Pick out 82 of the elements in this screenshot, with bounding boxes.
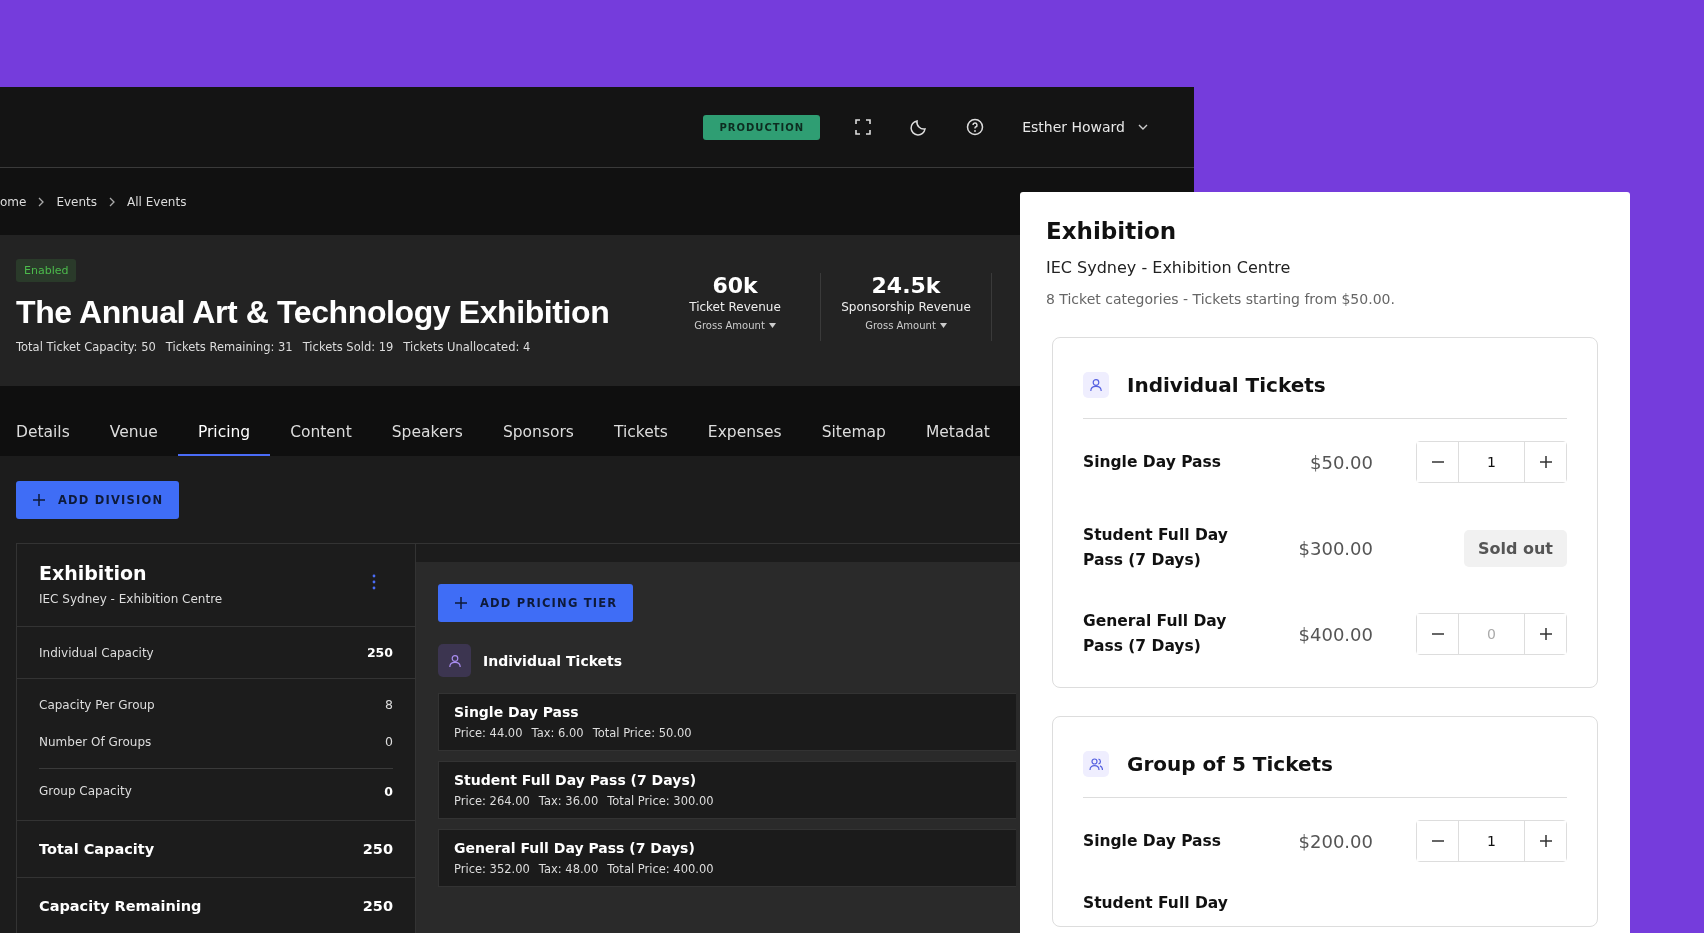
tab[interactable]: Details — [0, 423, 90, 456]
pricing-tier-card[interactable]: Student Full Day Pass (7 Days) Price: 264.00 Tax: 36.00 Total Price: 300.00 — [438, 761, 1016, 819]
capacity-value: 250 — [366, 645, 393, 660]
more-icon[interactable] — [371, 574, 377, 590]
sold-out-badge: Sold out — [1463, 529, 1567, 567]
quantity-field[interactable]: 1 — [1458, 442, 1525, 482]
capacity-value: 0 — [384, 783, 393, 799]
group-title: Group of 5 Tickets — [1127, 752, 1333, 776]
ticket-name: General Full Day Pass (7 Days) — [1083, 611, 1228, 657]
fullscreen-icon[interactable] — [854, 118, 873, 136]
caret-icon — [768, 323, 776, 328]
add-pricing-tier-button[interactable]: ADD PRICING TIER — [438, 584, 634, 622]
capacity-label: Capacity Remaining — [39, 898, 202, 914]
quantity-field[interactable]: 0 — [1458, 614, 1525, 654]
breadcrumb-link[interactable]: All Events — [127, 194, 187, 209]
person-icon — [438, 644, 471, 677]
plus-icon — [454, 596, 468, 610]
plus-icon — [1538, 455, 1553, 469]
preview-title: Exhibition — [1046, 218, 1178, 244]
tab[interactable]: Pricing — [177, 423, 271, 456]
help-icon[interactable] — [966, 118, 985, 136]
capacity-label: Individual Capacity — [39, 645, 154, 660]
division-name: Exhibition — [39, 562, 148, 584]
event-title: The Annual Art & Technology Exhibition — [16, 293, 610, 332]
ticket-name: Single Day Pass — [1083, 830, 1223, 852]
ticket-price: $300.00 — [1297, 537, 1373, 559]
person-icon — [1083, 372, 1109, 398]
status-badge: Enabled — [16, 259, 77, 282]
capacity-value: 250 — [362, 898, 393, 914]
quantity-stepper[interactable]: 0 — [1416, 613, 1567, 655]
capacity-value: 8 — [385, 697, 393, 712]
tab[interactable]: Sponsors — [482, 423, 594, 456]
add-division-button[interactable]: ADD DIVISION — [16, 481, 180, 519]
capacity-value: 0 — [385, 734, 393, 749]
tab[interactable]: Venue — [89, 423, 178, 456]
revenue-label: Sponsorship Revenue — [841, 300, 971, 314]
tab[interactable]: Tickets — [593, 423, 688, 456]
capacity-value: 250 — [362, 841, 393, 857]
pricing-tier-card[interactable]: General Full Day Pass (7 Days) Price: 352.00 Tax: 48.00 Total Price: 400.00 — [438, 829, 1016, 887]
breadcrumb-link[interactable]: ome — [0, 194, 27, 209]
plus-icon — [1538, 834, 1553, 848]
category-title: Individual Tickets — [483, 652, 623, 669]
capacity-label: Group Capacity — [39, 784, 132, 798]
ticket-price: $50.00 — [1309, 451, 1373, 473]
caret-icon — [939, 323, 947, 328]
revenue-value: 60k — [712, 273, 758, 298]
ticket-price: $200.00 — [1297, 830, 1373, 852]
tab[interactable]: Sitemap — [801, 423, 906, 456]
plus-icon — [32, 493, 46, 507]
pricing-tier-card[interactable]: Single Day Pass Price: 44.00 Tax: 6.00 Total Price: 50.00 — [438, 693, 1016, 751]
capacity-label: Number Of Groups — [39, 734, 152, 749]
environment-badge: PRODUCTION — [703, 114, 821, 140]
tab[interactable]: Expenses — [687, 423, 802, 456]
capacity-label: Total Capacity — [39, 841, 155, 857]
tab[interactable]: Metadat — [905, 423, 1010, 456]
revenue-label: Ticket Revenue — [689, 300, 781, 314]
ticket-name: Student Full Day Pass (7 Days) — [1083, 525, 1229, 571]
user-menu[interactable]: Esther Howard — [1022, 119, 1125, 135]
ticket-name: Student Full Day — [1083, 893, 1229, 914]
breadcrumb-link[interactable]: Events — [56, 194, 98, 209]
amount-dropdown[interactable]: Gross Amount — [694, 320, 776, 331]
people-icon — [1083, 751, 1109, 777]
preview-venue: IEC Sydney - Exhibition Centre — [1046, 258, 1292, 277]
ticket-name: Single Day Pass — [1083, 451, 1223, 473]
tab[interactable]: Content — [270, 423, 372, 456]
event-stat: Tickets Unallocated: 4 — [403, 340, 531, 354]
quantity-field[interactable]: 1 — [1458, 821, 1525, 861]
capacity-label: Capacity Per Group — [39, 697, 155, 712]
ticket-price: $400.00 — [1297, 623, 1373, 645]
quantity-stepper[interactable]: 1 — [1416, 441, 1567, 483]
tab[interactable]: Speakers — [371, 423, 483, 456]
amount-dropdown[interactable]: Gross Amount — [865, 320, 947, 331]
preview-summary: 8 Ticket categories - Tickets starting from $50.00. — [1046, 291, 1396, 307]
moon-icon[interactable] — [910, 118, 929, 136]
group-title: Individual Tickets — [1127, 373, 1326, 397]
plus-icon — [1538, 627, 1553, 641]
event-stat: Total Ticket Capacity: 50 — [16, 340, 156, 354]
division-venue: IEC Sydney - Exhibition Centre — [39, 592, 223, 606]
event-stat: Tickets Sold: 19 — [302, 340, 394, 354]
revenue-value: 24.5k — [871, 273, 941, 298]
quantity-stepper[interactable]: 1 — [1416, 820, 1567, 862]
event-stat: Tickets Remaining: 31 — [165, 340, 293, 354]
